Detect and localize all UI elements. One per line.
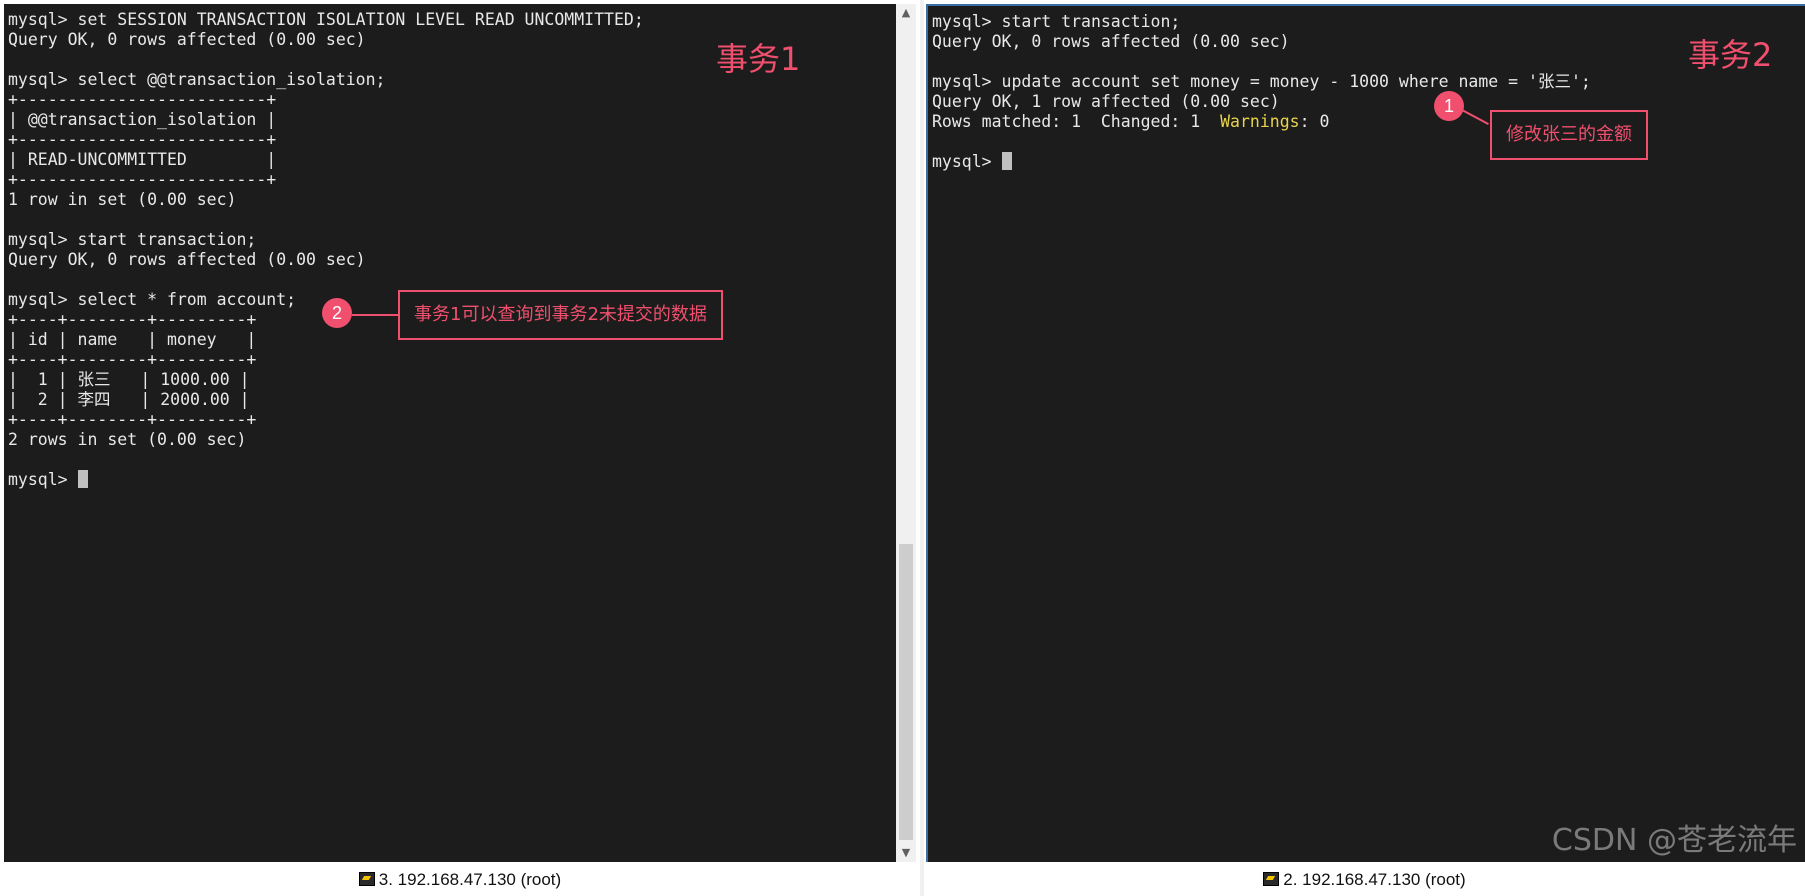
status-bar: 2. 192.168.47.130 (root): [924, 864, 1805, 896]
cursor: [1001, 152, 1012, 170]
vertical-scrollbar[interactable]: ▲ ▼: [896, 4, 916, 862]
annotation-callout: 事务1可以查询到事务2未提交的数据: [398, 290, 723, 340]
terminal-output-left[interactable]: mysql> set SESSION TRANSACTION ISOLATION…: [4, 4, 916, 862]
terminal-line: | READ-UNCOMMITTED |: [8, 150, 277, 169]
session-title: 2. 192.168.47.130 (root): [1283, 870, 1466, 889]
terminal-line: mysql> start transaction;: [8, 230, 257, 249]
warnings-count: : 0: [1299, 112, 1330, 131]
terminal-line: mysql> set SESSION TRANSACTION ISOLATION…: [8, 10, 644, 29]
terminal-icon: [358, 872, 375, 886]
terminal-line: +----+--------+---------+: [8, 350, 257, 369]
terminal-line: Query OK, 0 rows affected (0.00 sec): [932, 32, 1290, 51]
session-title: 3. 192.168.47.130 (root): [378, 870, 562, 889]
status-bar: 3. 192.168.47.130 (root): [0, 864, 920, 896]
annotation-badge: 1: [1434, 91, 1464, 121]
annotation-badge: 2: [322, 298, 352, 328]
terminal-line: | 2 | 李四 | 2000.00 |: [8, 390, 250, 409]
terminal-line: Query OK, 1 row affected (0.00 sec): [932, 92, 1280, 111]
prompt-text: mysql>: [932, 152, 1002, 171]
scroll-up-icon[interactable]: ▲: [896, 4, 916, 22]
terminal-line: +----+--------+---------+: [8, 410, 257, 429]
prompt-line[interactable]: mysql>: [8, 470, 644, 490]
terminal-line: 2 rows in set (0.00 sec): [8, 430, 247, 449]
terminal-icon: [1263, 872, 1280, 886]
scrollbar-thumb[interactable]: [899, 544, 913, 840]
prompt-text: mysql>: [8, 470, 78, 489]
terminal-pane-left: mysql> set SESSION TRANSACTION ISOLATION…: [0, 0, 920, 896]
transaction-label: 事务2: [1688, 36, 1773, 74]
terminal-line: | @@transaction_isolation |: [8, 110, 277, 129]
terminal-line: mysql> update account set money = money …: [932, 72, 1591, 91]
watermark: CSDN @苍老流年: [1551, 823, 1797, 858]
terminal-line: | 1 | 张三 | 1000.00 |: [8, 370, 250, 389]
terminal-line: mysql> select @@transaction_isolation;: [8, 70, 386, 89]
terminal-output-right[interactable]: mysql> start transaction; Query OK, 0 ro…: [926, 4, 1805, 862]
warnings-label: Warnings: [1220, 112, 1300, 131]
annotation-callout: 修改张三的金额: [1490, 110, 1648, 160]
terminal-line: mysql> start transaction;: [932, 12, 1181, 31]
terminal-line: +-------------------------+: [8, 130, 277, 149]
terminal-line: +-------------------------+: [8, 90, 277, 109]
cursor: [77, 470, 88, 488]
annotation-leader: [352, 314, 400, 316]
transaction-label: 事务1: [716, 40, 801, 78]
terminal-line: Query OK, 0 rows affected (0.00 sec): [8, 250, 366, 269]
terminal-pane-right: mysql> start transaction; Query OK, 0 ro…: [924, 0, 1805, 896]
rows-matched-text: Rows matched: 1 Changed: 1: [932, 112, 1221, 131]
terminal-line: Query OK, 0 rows affected (0.00 sec): [8, 30, 366, 49]
terminal-line: 1 row in set (0.00 sec): [8, 190, 237, 209]
scroll-down-icon[interactable]: ▼: [896, 844, 916, 862]
terminal-line: +-------------------------+: [8, 170, 277, 189]
